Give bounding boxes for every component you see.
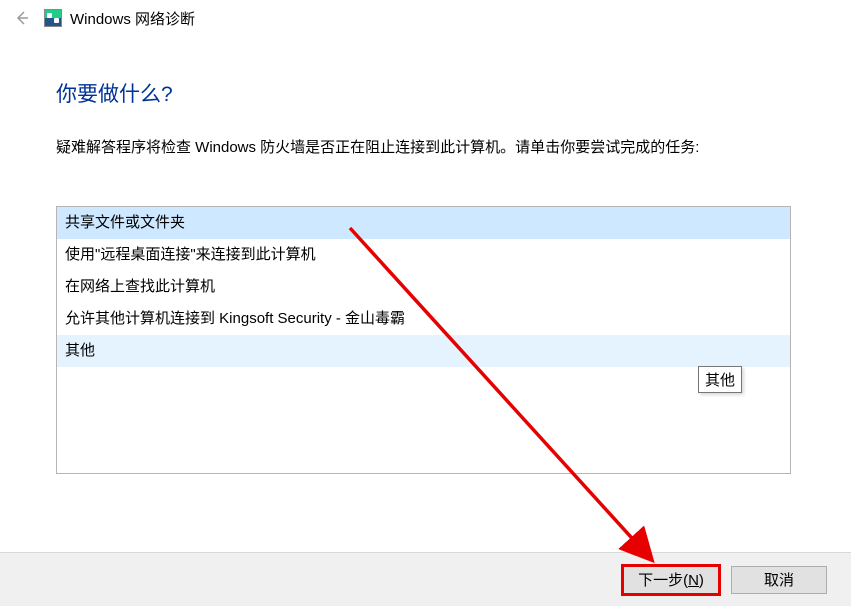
network-diagnostics-icon [44, 9, 62, 27]
footer: 下一步(N) 取消 [0, 552, 851, 606]
next-button-label-pre: 下一步( [638, 572, 688, 589]
window-title: Windows 网络诊断 [70, 8, 195, 29]
list-item[interactable]: 共享文件或文件夹 [57, 207, 790, 239]
list-item[interactable]: 使用"远程桌面连接"来连接到此计算机 [57, 239, 790, 271]
page-description: 疑难解答程序将检查 Windows 防火墙是否正在阻止连接到此计算机。请单击你要… [56, 136, 795, 160]
tooltip: 其他 [698, 366, 742, 393]
options-listbox[interactable]: 共享文件或文件夹 使用"远程桌面连接"来连接到此计算机 在网络上查找此计算机 允… [56, 206, 791, 474]
header: Windows 网络诊断 [0, 0, 851, 30]
next-button[interactable]: 下一步(N) [623, 566, 719, 594]
list-item[interactable]: 其他 [57, 335, 790, 367]
list-item[interactable]: 在网络上查找此计算机 [57, 271, 790, 303]
cancel-button[interactable]: 取消 [731, 566, 827, 594]
list-item[interactable]: 允许其他计算机连接到 Kingsoft Security - 金山毒霸 [57, 303, 790, 335]
page-heading: 你要做什么? [56, 78, 795, 108]
next-button-label-key: N [688, 572, 699, 589]
next-button-label-post: ) [699, 572, 704, 589]
back-arrow-icon[interactable] [8, 6, 36, 30]
main-content: 你要做什么? 疑难解答程序将检查 Windows 防火墙是否正在阻止连接到此计算… [0, 30, 851, 474]
